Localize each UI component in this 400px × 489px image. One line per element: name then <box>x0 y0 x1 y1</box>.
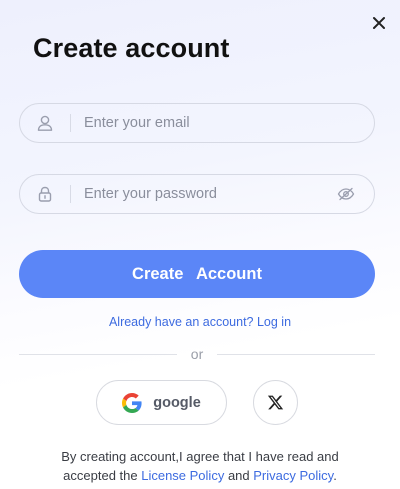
divider-line <box>217 353 376 355</box>
email-input[interactable] <box>71 104 374 142</box>
password-visibility-toggle[interactable] <box>326 175 366 213</box>
terms-text: By creating account,I agree that I have … <box>0 447 400 485</box>
x-logo-icon <box>267 395 284 410</box>
google-label: google <box>153 394 201 411</box>
privacy-policy-link[interactable]: Privacy Policy <box>253 468 333 483</box>
terms-line-1: By creating account,I agree that I have … <box>61 449 339 464</box>
terms-middle: and <box>224 468 254 483</box>
or-divider: or <box>19 345 376 363</box>
divider-line <box>19 353 177 355</box>
google-icon <box>122 392 142 413</box>
page-title: Create account <box>33 33 230 63</box>
lock-icon <box>20 175 70 213</box>
email-field <box>19 103 375 143</box>
create-account-button[interactable]: Create Account <box>19 250 375 298</box>
google-signin-button[interactable]: google <box>96 380 227 425</box>
terms-line-2: accepted the License Policy and Privacy … <box>0 466 400 485</box>
close-button[interactable] <box>370 14 388 32</box>
terms-prefix: accepted the <box>63 468 142 483</box>
terms-suffix: . <box>333 468 337 483</box>
login-link[interactable]: Already have an account? Log in <box>0 315 400 329</box>
license-policy-link[interactable]: License Policy <box>141 468 224 483</box>
close-icon <box>373 17 385 29</box>
user-icon <box>20 104 70 142</box>
password-input[interactable] <box>71 175 326 213</box>
x-signin-button[interactable] <box>253 380 298 425</box>
or-label: or <box>190 346 204 362</box>
password-field <box>19 174 375 214</box>
create-account-dialog: Create account Crea <box>0 0 400 489</box>
eye-off-icon <box>337 187 355 201</box>
